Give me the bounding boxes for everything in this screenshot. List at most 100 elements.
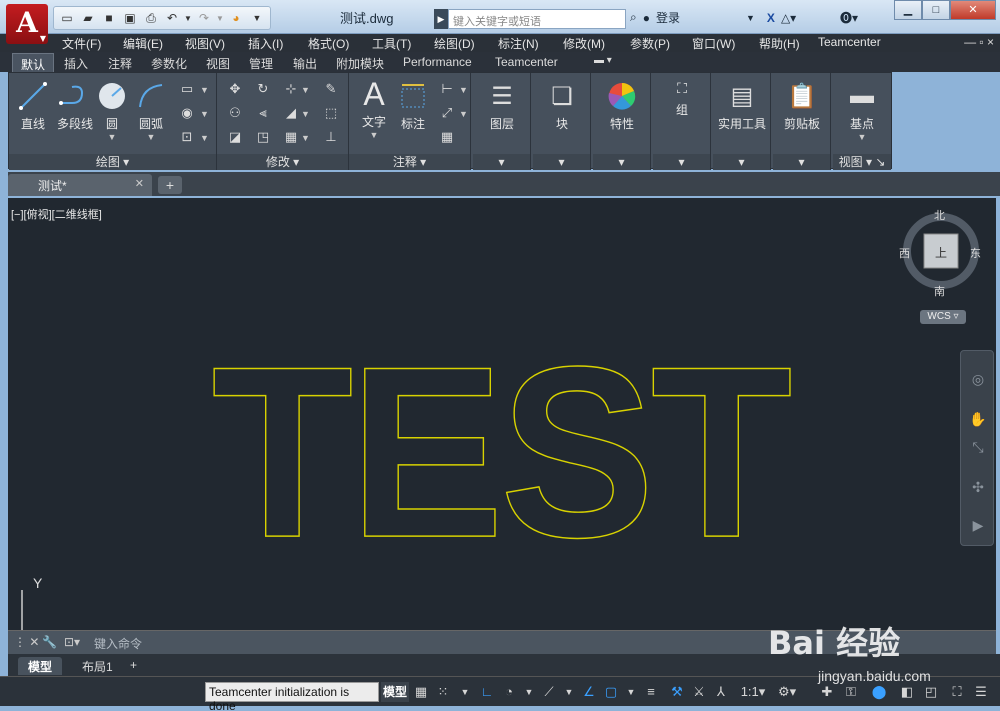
command-history-icon[interactable]: ⊡▾ (64, 635, 80, 649)
tab-annotate[interactable]: 注释 (108, 55, 132, 72)
redo-icon[interactable]: ↷ (195, 9, 213, 27)
arc-dropdown-icon[interactable]: ▼ (133, 132, 169, 142)
minimize-button[interactable]: ▁ (894, 0, 922, 20)
polyline-button[interactable]: 多段线 (53, 79, 97, 132)
basepoint-dropdown-icon[interactable]: ▼ (841, 132, 883, 142)
compass-north[interactable]: 北 (934, 207, 945, 223)
undo-dropdown-icon[interactable]: ▼ (184, 9, 192, 27)
application-menu-button[interactable]: A ▼ (6, 4, 48, 44)
menu-draw[interactable]: 绘图(D) (434, 35, 475, 52)
compass-west[interactable]: 西 (899, 245, 910, 261)
print-icon[interactable]: ⎙ (142, 9, 160, 27)
basepoint-button[interactable]: ▬ 基点 ▼ (841, 79, 883, 142)
table-icon[interactable]: ▦ (437, 127, 457, 147)
save-icon[interactable]: ■ (100, 9, 118, 27)
menu-parametric[interactable]: 参数(P) (630, 35, 670, 52)
leader-icon[interactable]: ⤢ (437, 103, 457, 123)
group-button[interactable]: ⛶ 组 (661, 77, 703, 118)
isodraft-icon[interactable]: ⟋ (540, 683, 558, 701)
menu-dimension[interactable]: 标注(N) (498, 35, 539, 52)
scale-selector[interactable]: 1:1▾ (738, 683, 768, 701)
undo-icon[interactable]: ↶ (163, 9, 181, 27)
stretch-icon[interactable]: ◪ (225, 127, 245, 147)
showmotion-icon[interactable]: ▶ (968, 515, 988, 535)
lineweight-icon[interactable]: ≡ (642, 683, 660, 701)
grid-icon[interactable]: ▦ (412, 683, 430, 701)
dimension-button[interactable]: 标注 (395, 79, 431, 132)
close-button[interactable]: ✕ (950, 0, 996, 20)
orbit-icon[interactable]: ✣ (968, 477, 988, 497)
panel-groups-expand-icon[interactable]: ▾ (653, 154, 710, 170)
redo-dropdown-icon[interactable]: ▼ (216, 9, 224, 27)
menu-window[interactable]: 窗口(W) (692, 35, 735, 52)
drawing-text-test[interactable]: TEST (211, 316, 795, 589)
tab-layout1[interactable]: 布局1 (72, 657, 123, 675)
viewcube[interactable]: 北 南 东 西 上 (898, 208, 988, 308)
new-tab-button[interactable]: + (158, 176, 182, 194)
panel-block-expand-icon[interactable]: ▾ (533, 154, 590, 170)
close-tab-icon[interactable]: ✕ (135, 177, 144, 190)
wcs-menu[interactable]: WCS ▿ (920, 310, 966, 324)
rotate-icon[interactable]: ↻ (253, 79, 273, 99)
menu-insert[interactable]: 插入(I) (248, 35, 283, 52)
snap-icon[interactable]: ⁙ (434, 683, 452, 701)
menu-help[interactable]: 帮助(H) (759, 35, 800, 52)
tab-view[interactable]: 视图 (206, 55, 230, 72)
tab-teamcenter[interactable]: Teamcenter (495, 55, 558, 69)
search-expand-icon[interactable]: ▶ (434, 9, 448, 29)
panel-modify-title[interactable]: 修改 ▾ (217, 154, 348, 170)
a360-icon[interactable]: △▾ (781, 11, 796, 25)
circle-dropdown-icon[interactable]: ▼ (95, 132, 129, 142)
layers-button[interactable]: ☰ 图层 (481, 79, 523, 132)
command-customize-icon[interactable]: 🔧 (42, 635, 57, 649)
line-button[interactable]: 直线 (13, 79, 53, 132)
object-snap-tracking-icon[interactable]: ∠ (580, 683, 598, 701)
user-icon[interactable]: ● (643, 11, 650, 25)
command-close-icon[interactable]: ⋮ ✕ (14, 635, 39, 649)
tab-addins[interactable]: 附加模块 (336, 55, 384, 72)
menu-teamcenter[interactable]: Teamcenter (818, 35, 881, 49)
auto-scale-icon[interactable]: ⚔ (690, 683, 708, 701)
utilities-button[interactable]: ▤ 实用工具 (715, 79, 769, 132)
open-folder-icon[interactable]: ▰ (79, 9, 97, 27)
clipboard-button[interactable]: 📋 剪贴板 (777, 79, 827, 132)
boundary-icon[interactable]: ⊡ (177, 127, 197, 147)
polar-dropdown-icon[interactable]: ▼ (520, 683, 538, 701)
help-button[interactable]: ⓿▾ (840, 9, 858, 26)
steering-wheel-icon[interactable]: ◎ (968, 369, 988, 389)
trim-dropdown-icon[interactable]: ▼ (301, 85, 310, 95)
login-dropdown-icon[interactable]: ▼ (746, 13, 755, 23)
linear-dim-icon[interactable]: ⊢ (437, 79, 457, 99)
drawing-canvas[interactable]: [−][俯视][二维线框] TEST 北 南 东 西 上 WCS ▿ ◎ ✋ ⤡… (8, 198, 996, 632)
linear-dim-dropdown-icon[interactable]: ▼ (459, 85, 468, 95)
login-button[interactable]: 登录 (656, 9, 680, 26)
move-icon[interactable]: ✥ (225, 79, 245, 99)
panel-properties-expand-icon[interactable]: ▾ (593, 154, 650, 170)
array-icon[interactable]: ▦ (281, 127, 301, 147)
binoculars-icon[interactable]: ⌕ (630, 10, 637, 25)
arc-button[interactable]: 圆弧 ▼ (133, 79, 169, 142)
hatch-icon[interactable]: ◉ (177, 103, 197, 123)
scale-icon[interactable]: ◳ (253, 127, 273, 147)
panel-clipboard-expand-icon[interactable]: ▾ (773, 154, 830, 170)
menu-format[interactable]: 格式(O) (308, 35, 349, 52)
zoom-extents-icon[interactable]: ⤡ (968, 437, 988, 457)
menu-tools[interactable]: 工具(T) (372, 35, 411, 52)
viewcube-top-face[interactable]: 上 (935, 244, 947, 261)
array-dropdown-icon[interactable]: ▼ (301, 133, 310, 143)
tab-manage[interactable]: 管理 (249, 55, 273, 72)
hatch-dropdown-icon[interactable]: ▼ (200, 109, 209, 119)
polar-icon[interactable]: ◔ (500, 683, 518, 701)
tab-model[interactable]: 模型 (18, 657, 63, 675)
copy-icon[interactable]: ⚇ (225, 103, 245, 123)
annotation-scale-icon[interactable]: ⅄ (712, 683, 730, 701)
new-file-icon[interactable]: ▭ (58, 9, 76, 27)
annotation-visibility-icon[interactable]: ⚒ (668, 683, 686, 701)
fillet-icon[interactable]: ◢ (281, 103, 301, 123)
tab-parametric[interactable]: 参数化 (151, 55, 187, 72)
model-space-button[interactable]: 模型 (381, 682, 409, 702)
maximize-button[interactable]: □ (922, 0, 950, 20)
pan-icon[interactable]: ✋ (968, 409, 988, 429)
panel-view-title[interactable]: 视图 ▾ ↘ (833, 154, 891, 170)
trim-icon[interactable]: ⊹ (281, 79, 301, 99)
